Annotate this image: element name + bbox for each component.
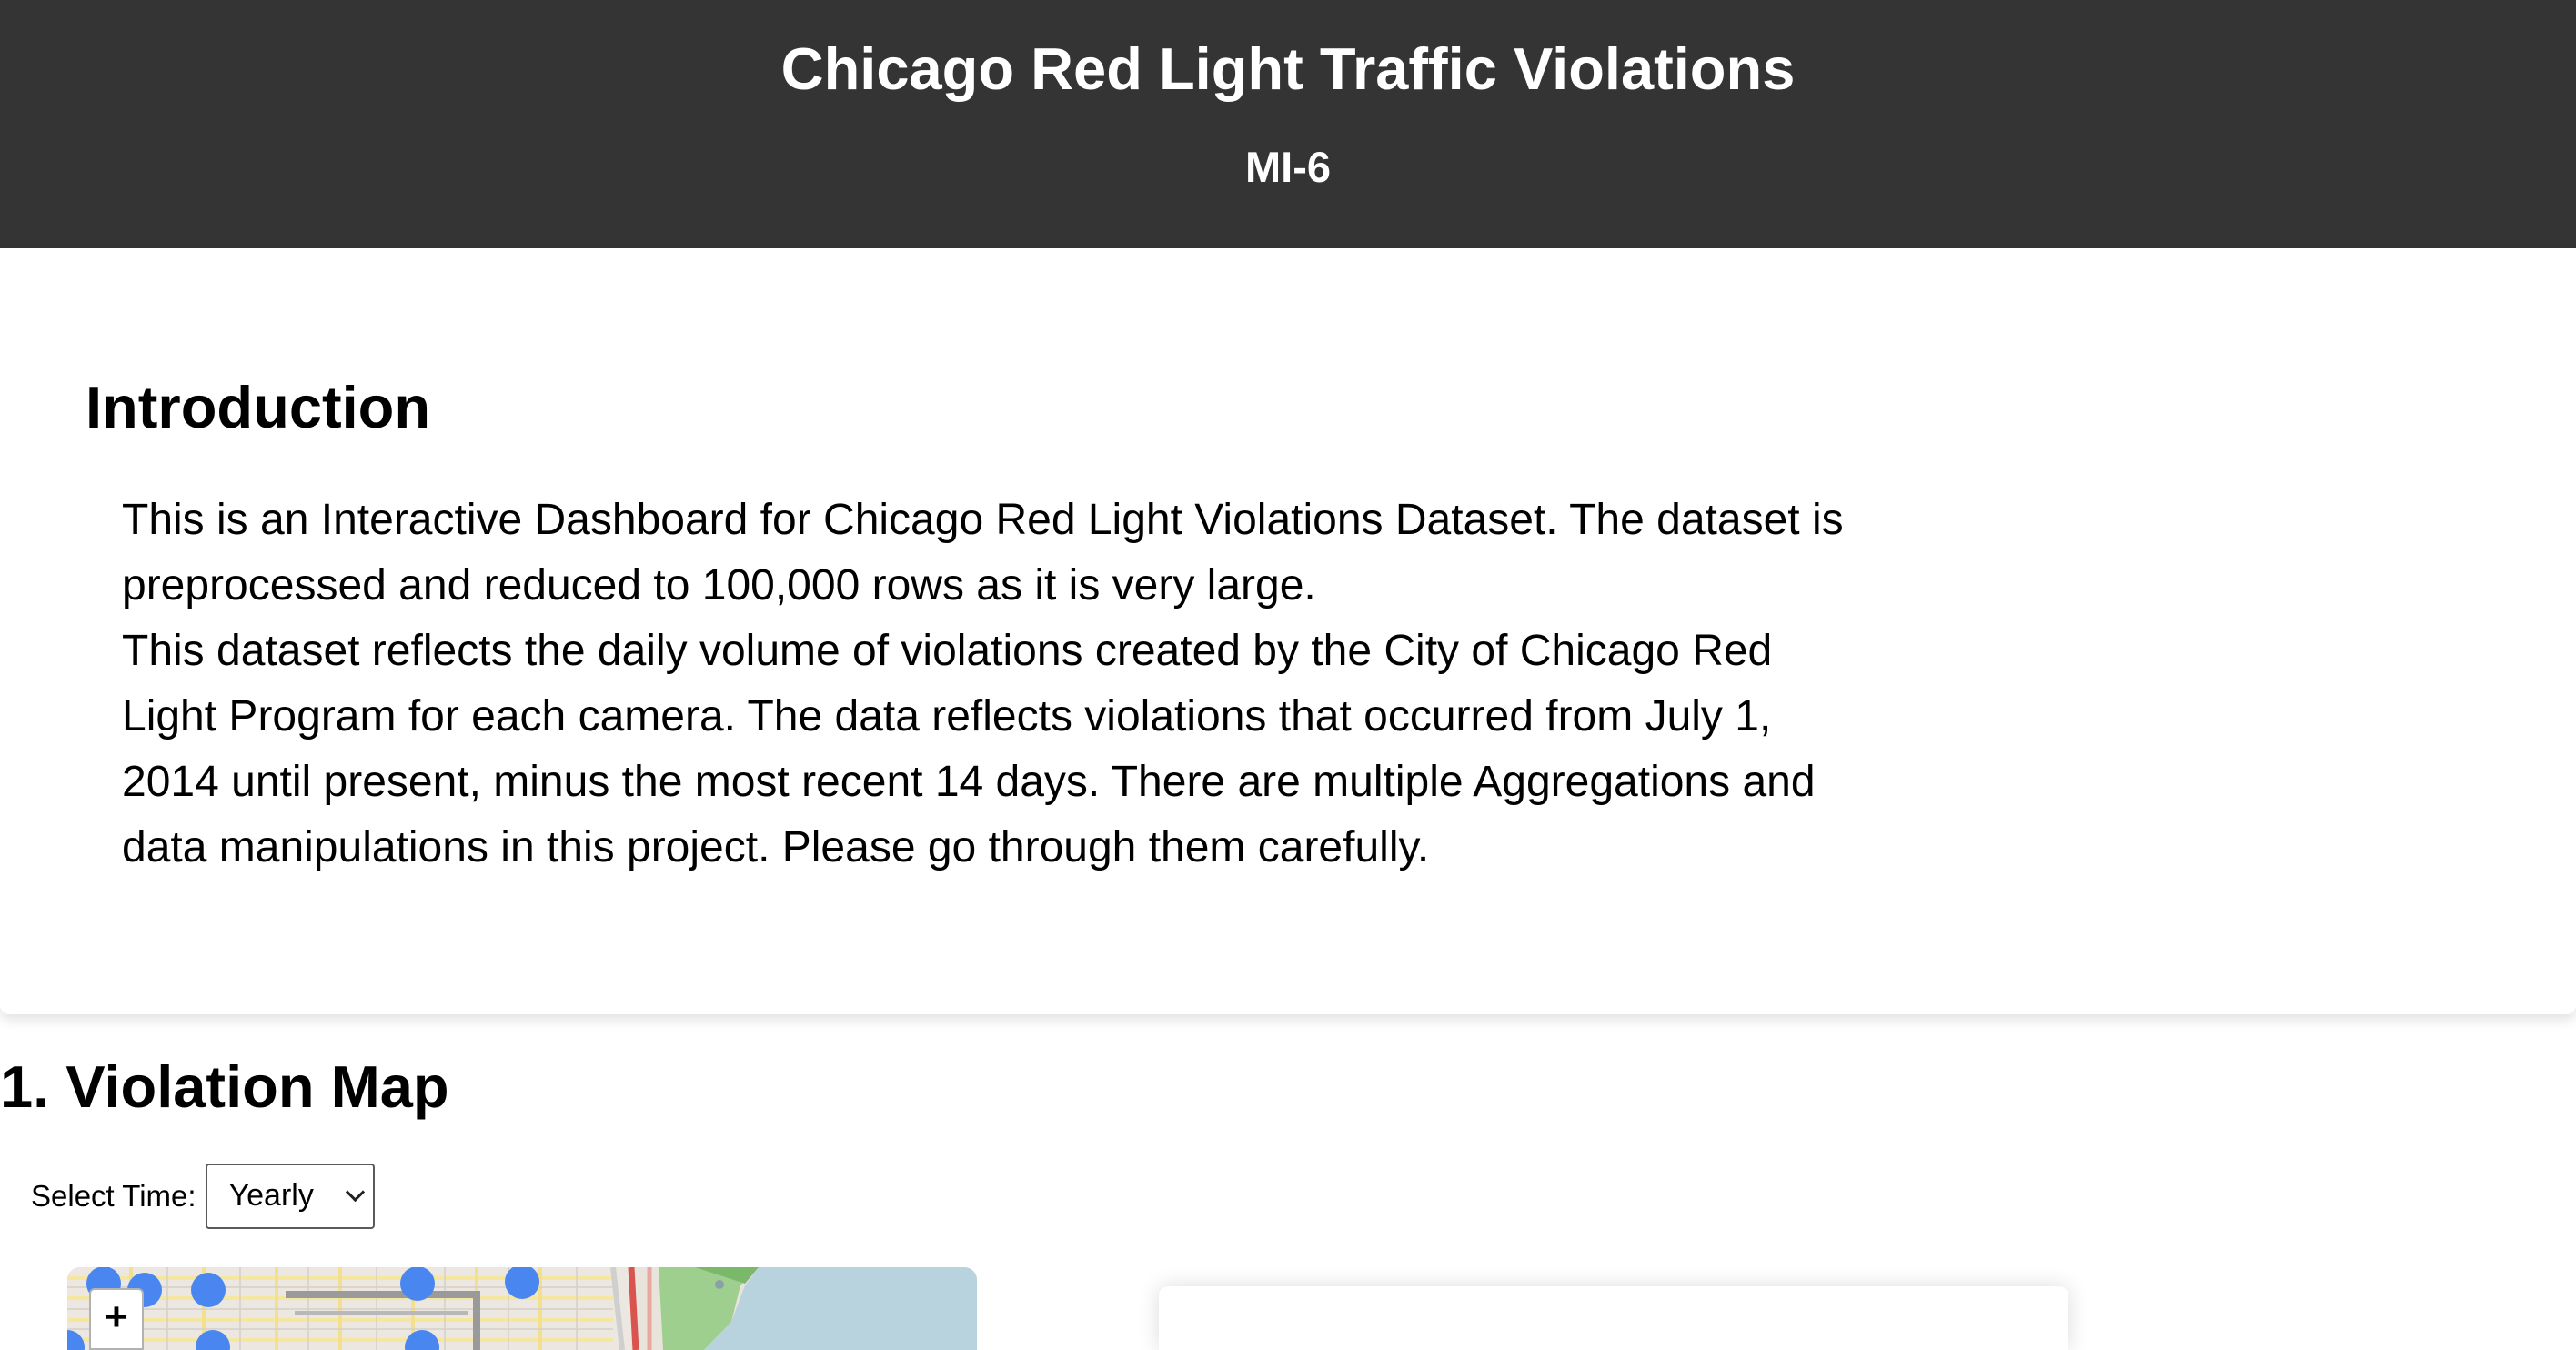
map-tiles xyxy=(67,1267,977,1350)
introduction-text: This is an Interactive Dashboard for Chi… xyxy=(122,488,1877,881)
page-title: Chicago Red Light Traffic Violations xyxy=(780,35,1796,102)
violation-map-heading: 1. Violation Map xyxy=(0,1053,449,1120)
violation-map[interactable]: + xyxy=(67,1267,977,1350)
zoom-in-button[interactable]: + xyxy=(89,1288,144,1350)
introduction-paragraph: This is an Interactive Dashboard for Chi… xyxy=(122,496,1844,610)
page-header: Chicago Red Light Traffic Violations MI-… xyxy=(0,0,2576,248)
introduction-card: Introduction This is an Interactive Dash… xyxy=(0,248,2576,1014)
introduction-paragraph: This dataset reflects the daily volume o… xyxy=(122,627,1816,871)
time-select-value: Yearly xyxy=(228,1178,314,1213)
select-time-label: Select Time: xyxy=(31,1178,196,1213)
chart-panel xyxy=(1159,1286,2068,1350)
chevron-down-icon xyxy=(345,1182,365,1203)
introduction-heading: Introduction xyxy=(86,374,431,440)
violation-marker[interactable] xyxy=(191,1273,226,1307)
time-select[interactable]: Yearly xyxy=(205,1163,375,1229)
violation-marker[interactable] xyxy=(400,1267,435,1301)
page-subtitle: MI-6 xyxy=(1245,143,1331,191)
time-filter: Select Time: Yearly xyxy=(31,1162,375,1230)
